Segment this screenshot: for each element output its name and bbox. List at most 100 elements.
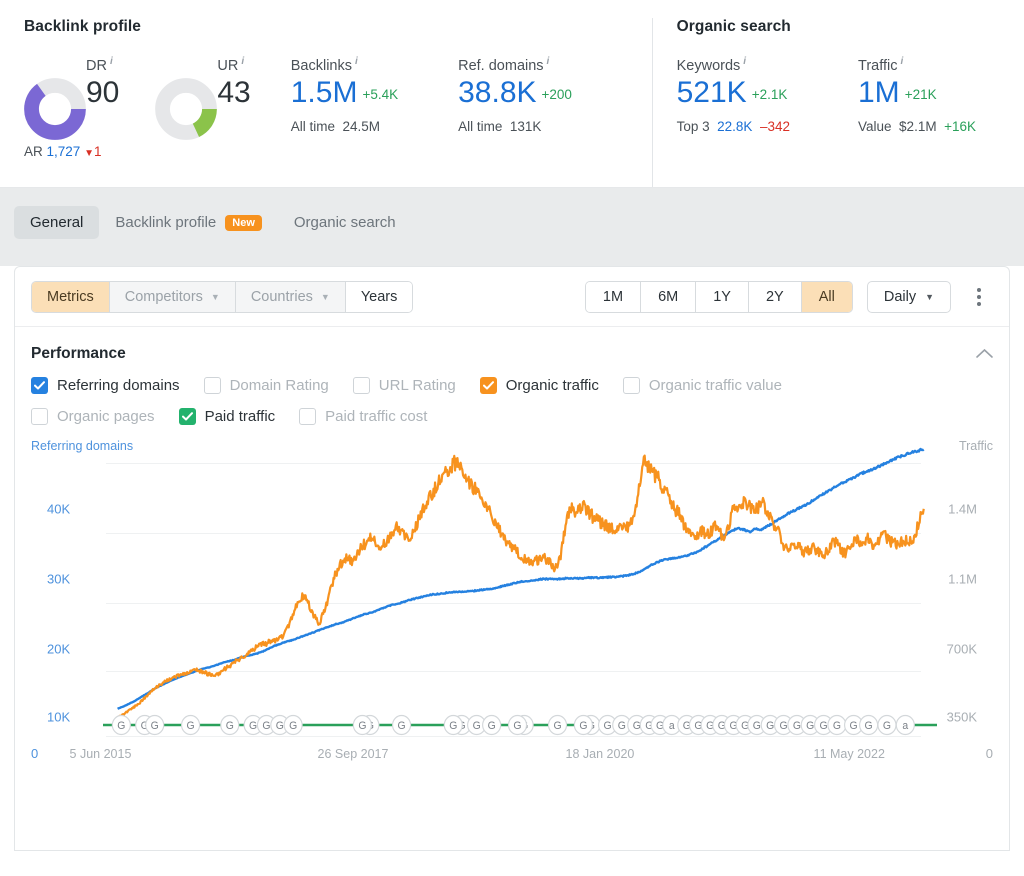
filter-countries-dropdown[interactable]: Countries▼: [236, 282, 346, 312]
google-update-marker[interactable]: G: [444, 716, 462, 735]
svg-text:G: G: [187, 720, 195, 732]
info-icon[interactable]: i: [547, 56, 550, 67]
checkbox-paid-traffic-cost[interactable]: Paid traffic cost: [299, 408, 427, 425]
ahrefs-update-marker[interactable]: a: [896, 716, 914, 735]
google-update-marker[interactable]: G: [508, 716, 526, 735]
checkbox-box: [204, 377, 221, 394]
google-update-marker[interactable]: G: [860, 716, 878, 735]
range-1y-button[interactable]: 1Y: [696, 282, 749, 312]
range-6m-button[interactable]: 6M: [641, 282, 696, 312]
filter-competitors-dropdown[interactable]: Competitors▼: [110, 282, 236, 312]
checkbox-label: Referring domains: [57, 377, 180, 394]
traffic-delta: +21K: [905, 87, 937, 102]
google-update-marker-band: GGGGGGGGGGGGGGGGGGGGGGGGGGaGGGGGGGGGGGGG…: [103, 714, 937, 736]
checkbox-organic-pages[interactable]: Organic pages: [31, 408, 155, 425]
info-icon[interactable]: i: [743, 56, 746, 67]
range-1m-button[interactable]: 1M: [586, 282, 641, 312]
range-all-button[interactable]: All: [802, 282, 852, 312]
tab-organic-search[interactable]: Organic search: [278, 206, 412, 239]
tab-organic-search-label: Organic search: [294, 214, 396, 231]
checkbox-label: Organic pages: [57, 408, 155, 425]
svg-text:G: G: [398, 720, 406, 732]
google-update-marker[interactable]: G: [353, 716, 371, 735]
svg-text:G: G: [473, 720, 481, 732]
chevron-up-icon[interactable]: [976, 346, 993, 363]
checkbox-label: Paid traffic cost: [325, 408, 427, 425]
chevron-down-icon: ▼: [211, 292, 220, 302]
svg-text:G: G: [226, 720, 234, 732]
checkbox-label: Organic traffic value: [649, 377, 782, 394]
granularity-dropdown[interactable]: Daily ▼: [867, 281, 951, 313]
google-update-marker[interactable]: G: [284, 716, 302, 735]
y-axis-right-tick: 1.4M: [948, 502, 977, 517]
google-update-marker[interactable]: G: [393, 716, 411, 735]
google-update-marker[interactable]: G: [112, 716, 130, 735]
filter-years-button[interactable]: Years: [346, 282, 413, 312]
organic-search-group: Organic search Keywordsi 521K+2.1K Top 3…: [652, 18, 1024, 187]
checkbox-label: Organic traffic: [506, 377, 599, 394]
google-update-marker[interactable]: G: [878, 716, 896, 735]
range-2y-button[interactable]: 2Y: [749, 282, 802, 312]
x-axis-tick: 5 Jun 2015: [70, 747, 132, 761]
y-axis-right-tick: 700K: [947, 642, 977, 657]
checkbox-organic-traffic-value[interactable]: Organic traffic value: [623, 377, 782, 394]
info-icon[interactable]: i: [900, 56, 903, 67]
info-icon[interactable]: i: [110, 56, 113, 67]
svg-text:G: G: [820, 720, 828, 732]
checkbox-box: [31, 377, 48, 394]
google-update-marker[interactable]: G: [221, 716, 239, 735]
right-axis-label: Traffic: [959, 439, 993, 453]
filter-segmented-control: Metrics Competitors▼ Countries▼ Years: [31, 281, 413, 313]
checkbox-url-rating[interactable]: URL Rating: [353, 377, 456, 394]
ar-delta: ▼1: [84, 144, 101, 159]
checkbox-box: [299, 408, 316, 425]
google-update-marker[interactable]: G: [574, 716, 592, 735]
tab-bar: General Backlink profile New Organic sea…: [0, 188, 1024, 266]
keywords-metric: Keywordsi 521K+2.1K Top 3 22.8K –342: [677, 56, 790, 134]
svg-text:G: G: [833, 720, 841, 732]
more-vertical-icon[interactable]: [969, 285, 989, 309]
ref-domains-delta: +200: [542, 87, 572, 102]
performance-title: Performance: [31, 345, 126, 363]
tab-general[interactable]: General: [14, 206, 99, 239]
chart-line-organic-traffic: [118, 456, 924, 717]
checkbox-paid-traffic[interactable]: Paid traffic: [179, 408, 276, 425]
ur-donut-icon: [155, 78, 217, 140]
google-update-marker[interactable]: G: [146, 716, 164, 735]
keywords-label: Keywordsi: [677, 56, 790, 74]
checkbox-referring-domains[interactable]: Referring domains: [31, 377, 180, 394]
keywords-value-row: 521K+2.1K: [677, 76, 790, 111]
checkbox-domain-rating[interactable]: Domain Rating: [204, 377, 329, 394]
checkbox-organic-traffic[interactable]: Organic traffic: [480, 377, 599, 394]
tab-backlink-profile-label: Backlink profile: [115, 214, 216, 231]
left-axis-label[interactable]: Referring domains: [31, 439, 133, 453]
dr-metric: DRi 90: [24, 56, 119, 140]
ar-metric: AR 1,727 ▼1: [24, 144, 102, 159]
google-update-marker[interactable]: G: [549, 716, 567, 735]
google-update-marker[interactable]: G: [483, 716, 501, 735]
x-axis-zero-left: 0: [31, 746, 38, 761]
y-axis-left-tick: 20K: [47, 642, 70, 657]
performance-panel: Metrics Competitors▼ Countries▼ Years 1M…: [14, 266, 1010, 851]
ref-domains-label: Ref. domainsi: [458, 56, 572, 74]
google-update-marker[interactable]: G: [182, 716, 200, 735]
tab-general-label: General: [30, 214, 83, 231]
svg-text:G: G: [289, 720, 297, 732]
ar-value: 1,727: [47, 144, 81, 159]
backlinks-metric: Backlinksi 1.5M+5.4K All time 24.5M: [291, 56, 398, 134]
info-icon[interactable]: i: [355, 56, 358, 67]
filter-metrics-button[interactable]: Metrics: [32, 282, 110, 312]
info-icon[interactable]: i: [241, 56, 244, 67]
svg-text:G: G: [262, 720, 270, 732]
y-axis-left-tick: 30K: [47, 572, 70, 587]
svg-text:G: G: [766, 720, 774, 732]
google-update-marker[interactable]: G: [828, 716, 846, 735]
svg-text:G: G: [850, 720, 858, 732]
tab-backlink-profile[interactable]: Backlink profile New: [99, 206, 278, 239]
granularity-value: Daily: [884, 289, 916, 305]
checkbox-box: [480, 377, 497, 394]
traffic-label: Traffici: [858, 56, 976, 74]
performance-chart: Referring domains Traffic 40K1.4M30K1.1M…: [15, 439, 1009, 784]
backlinks-delta: +5.4K: [362, 87, 398, 102]
dr-value: 90: [86, 76, 119, 111]
